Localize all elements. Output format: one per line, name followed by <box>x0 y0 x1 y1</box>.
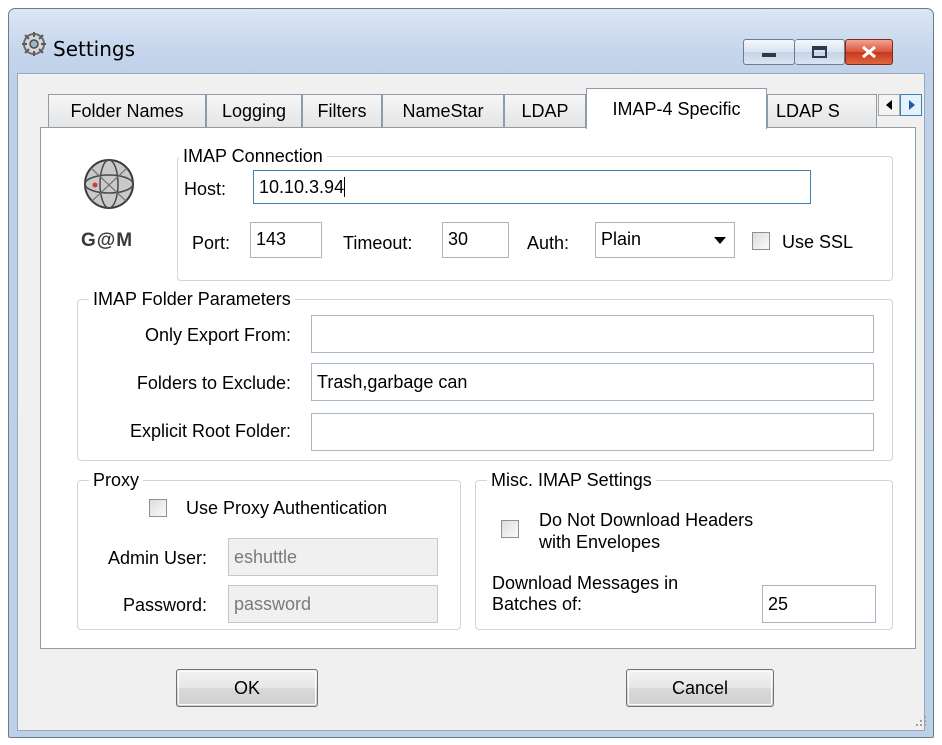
arrow-left-icon <box>886 100 892 110</box>
misc-imap-settings-legend: Misc. IMAP Settings <box>487 470 656 490</box>
do-not-download-headers-label: Do Not Download Headers <box>539 510 754 530</box>
timeout-label: Timeout: <box>343 233 413 253</box>
gem-logo-text: G@M <box>81 230 134 251</box>
window-title: Settings <box>53 37 136 61</box>
batches-of-label: Batches of: <box>492 594 583 614</box>
close-button[interactable] <box>845 39 893 65</box>
host-label: Host: <box>184 179 227 199</box>
tab-namestar[interactable]: NameStar <box>382 94 504 128</box>
auth-select-value: Plain <box>601 229 642 249</box>
tab-scroll-left-button[interactable] <box>878 94 900 116</box>
port-input[interactable]: 143 <box>250 222 322 258</box>
minimize-button[interactable] <box>743 39 795 65</box>
imap-folder-parameters-legend: IMAP Folder Parameters <box>89 289 295 309</box>
tab-logging[interactable]: Logging <box>206 94 302 128</box>
do-not-download-headers-checkbox[interactable] <box>501 520 519 538</box>
chevron-down-icon <box>714 237 726 244</box>
password-input[interactable]: password <box>228 585 438 623</box>
maximize-button[interactable] <box>795 39 845 65</box>
use-proxy-authentication-checkbox[interactable] <box>149 499 167 517</box>
batch-size-input[interactable]: 25 <box>762 585 876 623</box>
only-export-from-input[interactable] <box>311 315 874 353</box>
close-icon <box>862 45 876 59</box>
gem-logo-icon <box>84 159 134 209</box>
admin-user-label: Admin User: <box>107 548 207 568</box>
auth-label: Auth: <box>527 233 570 253</box>
text-cursor <box>344 177 346 197</box>
maximize-icon <box>812 46 827 58</box>
download-messages-label: Download Messages in <box>492 573 679 593</box>
explicit-root-folder-input[interactable] <box>311 413 874 451</box>
host-value: 10.10.3.94 <box>259 177 345 197</box>
cancel-button[interactable]: Cancel <box>626 669 774 707</box>
auth-select[interactable]: Plain <box>595 222 735 258</box>
with-envelopes-label: with Envelopes <box>539 532 661 552</box>
arrow-right-icon <box>909 100 915 110</box>
title-bar[interactable]: Settings <box>9 9 933 73</box>
use-ssl-label: Use SSL <box>782 232 854 252</box>
resize-grip-icon[interactable] <box>912 712 928 728</box>
host-input[interactable]: 10.10.3.94 <box>253 170 811 204</box>
admin-user-input[interactable]: eshuttle <box>228 538 438 576</box>
tab-ldap[interactable]: LDAP <box>504 94 586 128</box>
tab-folder-names[interactable]: Folder Names <box>48 94 206 128</box>
port-label: Port: <box>192 233 231 253</box>
minimize-icon <box>762 53 776 57</box>
password-label: Password: <box>122 595 207 615</box>
tab-scroll-right-button[interactable] <box>900 94 922 116</box>
imap-connection-legend: IMAP Connection <box>179 146 327 166</box>
explicit-root-folder-label: Explicit Root Folder: <box>129 421 291 441</box>
use-ssl-checkbox[interactable] <box>752 232 770 250</box>
tab-filters[interactable]: Filters <box>302 94 382 128</box>
tab-ldap-s[interactable]: LDAP S <box>767 94 877 128</box>
use-proxy-authentication-label: Use Proxy Authentication <box>186 498 388 518</box>
only-export-from-label: Only Export From: <box>144 325 291 345</box>
folders-to-exclude-input[interactable]: Trash,garbage can <box>311 363 874 401</box>
folders-to-exclude-label: Folders to Exclude: <box>136 373 291 393</box>
settings-app-icon <box>22 32 46 56</box>
tab-imap-4-specific[interactable]: IMAP-4 Specific <box>586 88 767 129</box>
imap-tab-panel: G@M IMAP Connection Host: 10.10.3.94 Por… <box>40 127 916 649</box>
proxy-legend: Proxy <box>89 470 144 490</box>
timeout-input[interactable]: 30 <box>442 222 509 258</box>
ok-button[interactable]: OK <box>176 669 318 707</box>
